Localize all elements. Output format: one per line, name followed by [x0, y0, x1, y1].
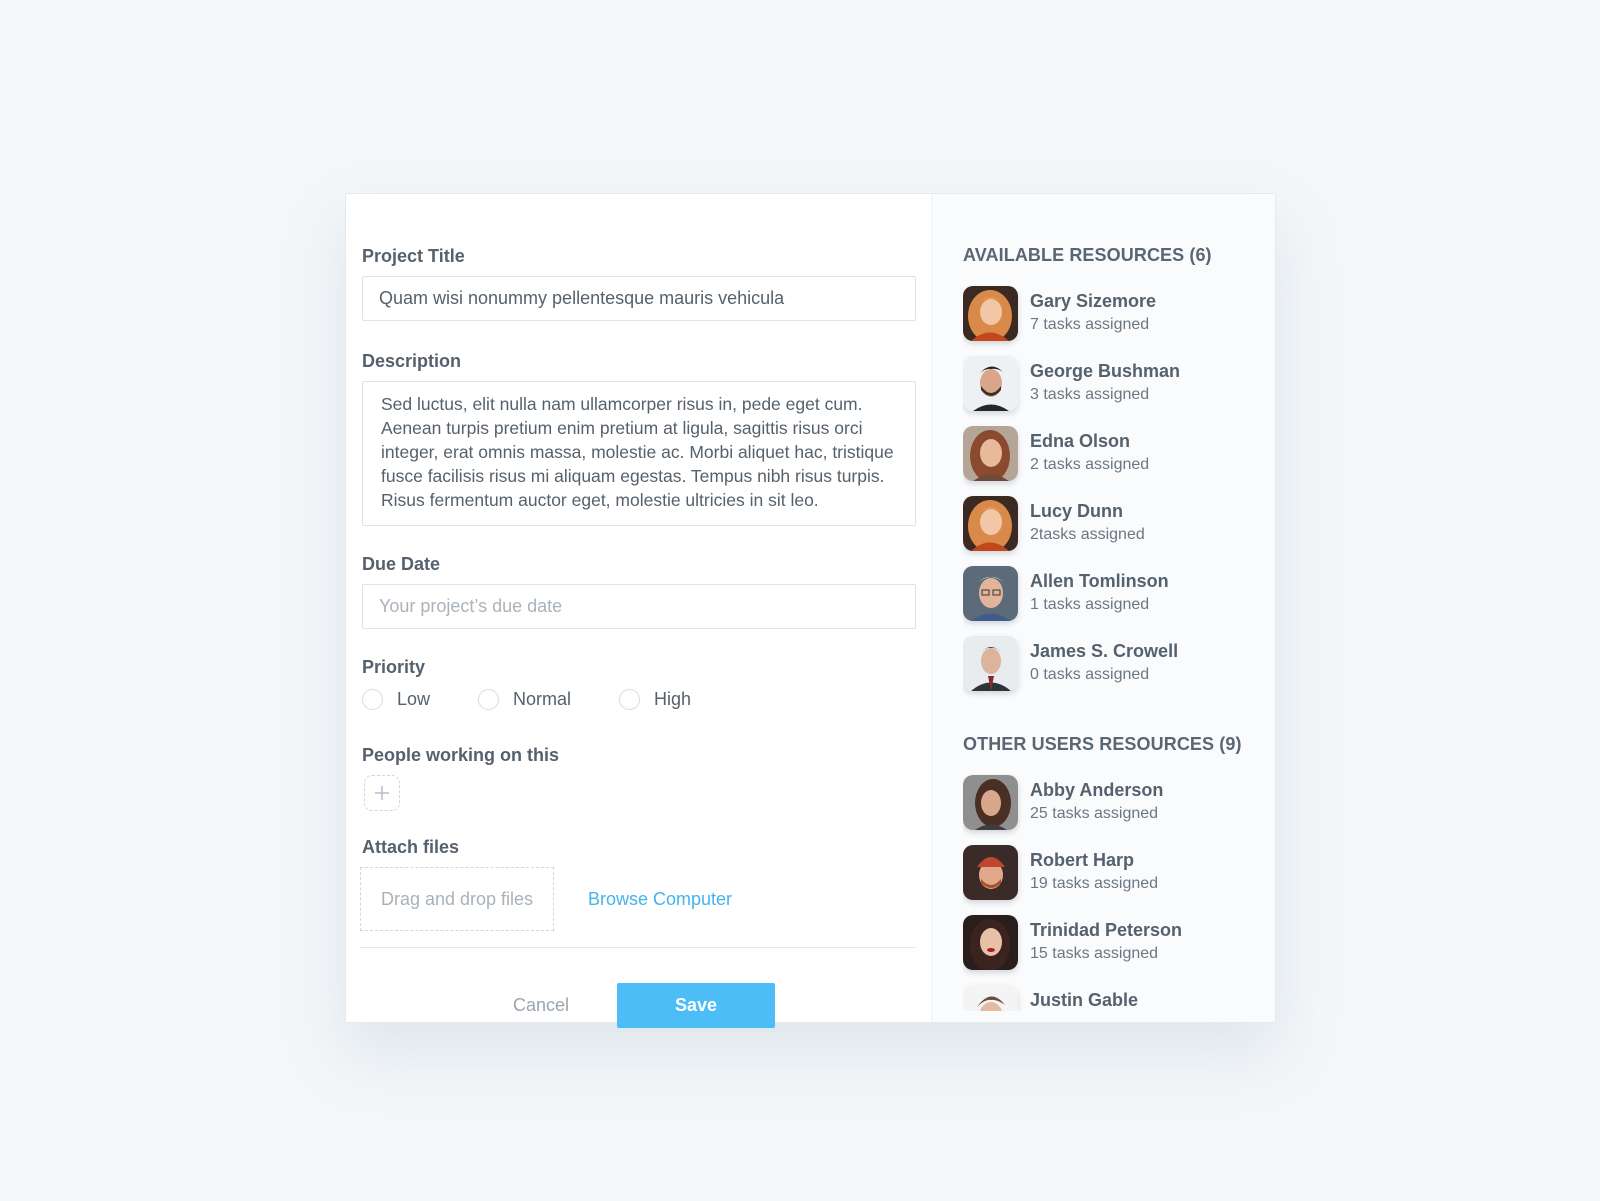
priority-normal-label: Normal	[513, 688, 572, 709]
attach-files-label: Attach files	[362, 837, 460, 857]
priority-high-option[interactable]: High	[619, 688, 692, 710]
form-actions: Cancel Save	[362, 983, 916, 1028]
description-label: Description	[362, 351, 462, 371]
resource-item[interactable]: Trinidad Peterson 15 tasks assigned	[963, 907, 1275, 977]
project-title-input[interactable]: Quam wisi nonummy pellentesque mauris ve…	[362, 276, 916, 321]
available-resources-list: Gary Sizemore 7 tasks assigned George Bush…	[963, 278, 1275, 698]
resource-item[interactable]: Edna Olson 2 tasks assigned	[963, 418, 1275, 488]
resource-name: Robert Harp	[1030, 850, 1135, 870]
file-dropzone[interactable]: Drag and drop files	[360, 867, 554, 931]
resource-name: Trinidad Peterson	[1030, 920, 1183, 940]
plus-icon	[375, 786, 389, 800]
priority-high-label: High	[654, 688, 692, 709]
priority-normal-radio[interactable]	[478, 688, 500, 710]
project-form: Project Title Quam wisi nonummy pellente…	[346, 194, 931, 1028]
add-person-button[interactable]	[364, 775, 400, 811]
resource-item[interactable]: Abby Anderson 25 tasks assigned	[963, 767, 1275, 837]
resource-item[interactable]: Justin Gable0 tasks assigned	[963, 977, 1275, 1011]
resources-sidebar: AVAILABLE RESOURCES (6) Gary Sizemore 7 t…	[931, 194, 1275, 1022]
priority-label: Priority	[362, 657, 426, 677]
avatar-woman-red-hair-icon	[963, 285, 1018, 341]
avatar-old-man-glasses-icon	[963, 565, 1018, 621]
resource-task-count: 25 tasks assigned	[1030, 805, 1159, 822]
resource-task-count: 2 tasks assigned	[1030, 456, 1150, 473]
resource-name: Edna Olson	[1030, 431, 1131, 451]
resource-task-count: 2tasks assigned	[1030, 526, 1145, 543]
description-textarea[interactable]: Sed luctus, elit nulla nam ullamcorper r…	[362, 381, 916, 526]
priority-low-label: Low	[397, 688, 431, 709]
other-resources-list: Abby Anderson 25 tasks assigned Robert Har…	[963, 767, 1275, 1011]
avatar-woman-red-hair-icon	[963, 495, 1018, 551]
avatar-woman-auburn-icon	[963, 425, 1018, 481]
priority-high-radio[interactable]	[619, 688, 641, 710]
resource-name: George Bushman	[1030, 361, 1181, 381]
form-divider	[360, 947, 916, 948]
other-resources-title: OTHER USERS RESOURCES (9)	[963, 734, 1242, 754]
avatar-woman-profile-icon	[963, 774, 1018, 830]
resource-name: Allen Tomlinson	[1030, 571, 1169, 591]
resource-task-count: 19 tasks assigned	[1030, 875, 1159, 892]
avatar-man-beard-icon	[963, 355, 1018, 411]
priority-low-option[interactable]: Low	[362, 688, 431, 710]
priority-radio-group: Low Normal High	[362, 687, 916, 711]
resource-task-count: 15 tasks assigned	[1030, 945, 1159, 962]
resource-task-count: 1 tasks assigned	[1030, 596, 1150, 613]
new-project-modal: Project Title Quam wisi nonummy pellente…	[345, 193, 1276, 1028]
resource-name: Gary Sizemore	[1030, 291, 1157, 311]
resource-name: James S. Crowell	[1030, 641, 1179, 661]
avatar-man-light-icon	[963, 984, 1018, 1011]
attach-row: Drag and drop files Browse Computer	[360, 867, 916, 931]
resource-item[interactable]: Robert Harp 19 tasks assigned	[963, 837, 1275, 907]
priority-low-radio[interactable]	[362, 688, 383, 710]
available-resources-title: AVAILABLE RESOURCES (6)	[963, 245, 1212, 265]
save-button[interactable]: Save	[617, 983, 776, 1028]
resource-item[interactable]: Allen Tomlinson 1 tasks assigned	[963, 558, 1275, 628]
resource-item[interactable]: Lucy Dunn 2tasks assigned	[963, 488, 1275, 558]
avatar-man-suit-icon	[963, 635, 1018, 691]
resource-name: Abby Anderson	[1030, 780, 1164, 800]
resource-task-count: 3 tasks assigned	[1030, 386, 1150, 403]
due-date-label: Due Date	[362, 554, 441, 574]
people-label: People working on this	[362, 745, 560, 765]
avatar-man-red-beanie-icon	[963, 844, 1018, 900]
resource-task-count: 7 tasks assigned	[1030, 316, 1150, 333]
resource-item[interactable]: George Bushman 3 tasks assigned	[963, 348, 1275, 418]
due-date-input[interactable]: Your project’s due date	[362, 584, 916, 629]
resources-scroll-area[interactable]: AVAILABLE RESOURCES (6) Gary Sizemore 7 t…	[963, 245, 1275, 1011]
project-title-label: Project Title	[362, 246, 465, 266]
browse-computer-link[interactable]: Browse Computer	[588, 889, 732, 910]
priority-normal-option[interactable]: Normal	[478, 688, 572, 710]
resource-item[interactable]: James S. Crowell 0 tasks assigned	[963, 628, 1275, 698]
cancel-button[interactable]: Cancel	[513, 995, 569, 1016]
resource-name: Justin Gable	[1030, 990, 1139, 1010]
resource-task-count: 0 tasks assigned	[1030, 666, 1150, 683]
avatar-woman-dark-hair-icon	[963, 914, 1018, 970]
resource-item[interactable]: Gary Sizemore 7 tasks assigned	[963, 278, 1275, 348]
resource-name: Lucy Dunn	[1030, 501, 1123, 521]
